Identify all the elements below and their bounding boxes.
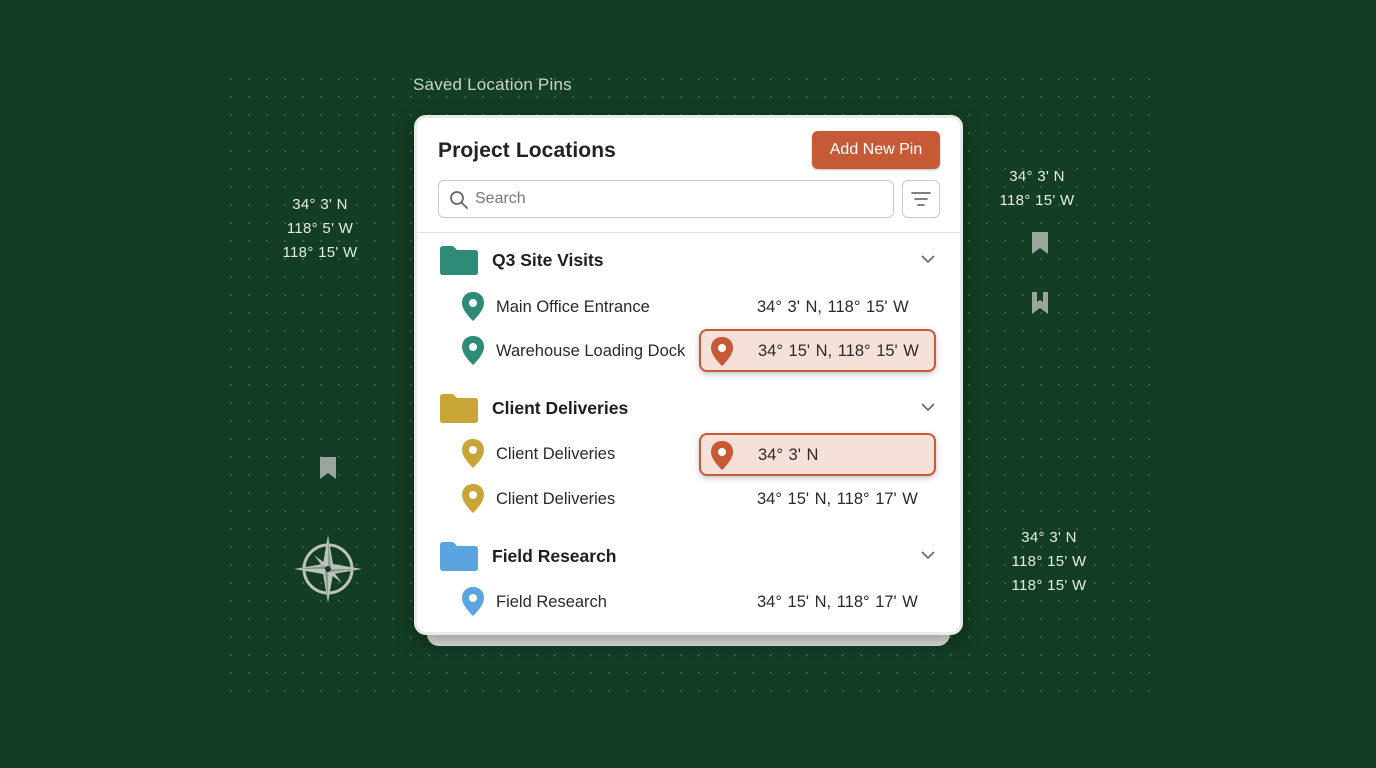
right-bottom-coordinates: 34° 3' N 118° 15' W 118° 15' W	[1006, 526, 1092, 598]
add-new-pin-button[interactable]: Add New Pin	[812, 131, 940, 169]
map-pin-icon	[462, 439, 484, 468]
chevron-down-icon[interactable]	[921, 403, 935, 412]
header-divider	[417, 232, 960, 233]
map-pin-icon	[711, 337, 733, 366]
group-name: Q3 Site Visits	[492, 250, 604, 270]
right-top-coordinates: 34° 3' N 118° 15' W	[994, 165, 1080, 213]
project-locations-panel: Project Locations Add New Pin Q3 Site Vi…	[414, 115, 963, 635]
bookmark-icon	[1032, 292, 1048, 314]
panel-title: Project Locations	[438, 139, 616, 162]
coord-line: 118° 5' W	[286, 220, 354, 237]
location-name: Client Deliveries	[496, 490, 616, 508]
group-name: Field Research	[492, 546, 617, 566]
coord-line: 34° 3' N	[1021, 529, 1077, 546]
location-coordinates: 34° 3' N, 118° 15' W	[757, 298, 909, 316]
coord-line: 118° 15' W	[1011, 577, 1087, 594]
chevron-down-icon[interactable]	[921, 255, 935, 264]
highlighted-coordinate-chip[interactable]: 34° 15' N, 118° 15' W	[699, 329, 936, 372]
group-name: Client Deliveries	[492, 398, 629, 418]
location-name: Client Deliveries	[496, 445, 616, 463]
location-name: Main Office Entrance	[496, 298, 650, 316]
coord-line: 118° 15' W	[282, 244, 358, 261]
group-header-field-research[interactable]: Field Research	[440, 541, 935, 573]
compass-rose-icon	[294, 535, 362, 603]
filter-icon	[911, 192, 931, 206]
bookmark-icon	[320, 457, 336, 479]
list-item[interactable]: Main Office Entrance 34° 3' N, 118° 15' …	[461, 290, 941, 326]
location-name: Warehouse Loading Dock	[496, 342, 686, 360]
coord-line: 118° 15' W	[1011, 553, 1087, 570]
search-input[interactable]	[475, 181, 875, 217]
location-name: Field Research	[496, 593, 607, 611]
bookmark-icon	[1032, 232, 1048, 254]
folder-icon	[440, 542, 478, 571]
filter-button[interactable]	[902, 180, 940, 218]
coord-line: 118° 15' W	[999, 192, 1075, 209]
list-item[interactable]: Field Research 34° 15' N, 118° 17' W	[461, 585, 941, 621]
location-coordinates: 34° 15' N, 118° 15' W	[758, 342, 919, 360]
location-coordinates: 34° 3' N	[758, 446, 819, 464]
group-header-q3-site-visits[interactable]: Q3 Site Visits	[440, 245, 935, 277]
group-header-client-deliveries[interactable]: Client Deliveries	[440, 393, 935, 425]
folder-icon	[440, 246, 478, 275]
map-pin-icon	[462, 336, 484, 365]
list-item[interactable]: Client Deliveries 34° 15' N, 118° 17' W	[461, 482, 941, 518]
search-icon	[450, 191, 468, 209]
search-field[interactable]	[438, 180, 894, 218]
chevron-down-icon[interactable]	[921, 551, 935, 560]
map-pin-icon	[711, 441, 733, 470]
folder-icon	[440, 394, 478, 423]
map-pin-icon	[462, 484, 484, 513]
coord-line: 34° 3' N	[292, 196, 348, 213]
location-coordinates: 34° 15' N, 118° 17' W	[757, 490, 918, 508]
page-caption: Saved Location Pins	[413, 75, 572, 94]
map-pin-icon	[462, 292, 484, 321]
coord-line: 34° 3' N	[1009, 168, 1065, 185]
highlighted-coordinate-chip[interactable]: 34° 3' N	[699, 433, 936, 476]
location-coordinates: 34° 15' N, 118° 17' W	[757, 593, 918, 611]
left-coordinates: 34° 3' N 118° 5' W 118° 15' W	[278, 193, 362, 265]
map-pin-icon	[462, 587, 484, 616]
